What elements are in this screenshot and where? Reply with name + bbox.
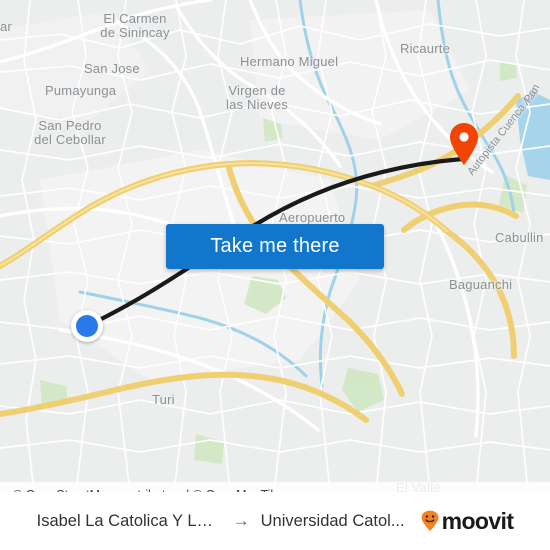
map-pin-icon	[450, 123, 478, 165]
origin-dot[interactable]	[71, 310, 103, 342]
destination-label[interactable]: Universidad Catol...	[261, 512, 405, 531]
moovit-logo-icon	[421, 510, 439, 531]
destination-pin[interactable]	[448, 122, 480, 166]
map-canvas[interactable]: ar El Carmen de Sinincay San Jose Pumayun…	[0, 0, 550, 492]
moovit-map-screen: ar El Carmen de Sinincay San Jose Pumayun…	[0, 0, 550, 550]
trip-endpoints-footer: Isabel La Catolica Y Lope De V... → Univ…	[0, 492, 550, 550]
origin-label[interactable]: Isabel La Catolica Y Lope De V...	[37, 512, 222, 531]
origin-dot-core	[76, 315, 98, 337]
moovit-brand[interactable]: moovit	[419, 507, 514, 534]
moovit-wordmark: moovit	[441, 507, 514, 534]
arrow-right-icon: →	[232, 511, 250, 530]
take-me-there-label: Take me there	[210, 235, 340, 257]
take-me-there-button[interactable]: Take me there	[166, 224, 384, 269]
map-attribution-bar: © OpenStreetMap contributors | © OpenMap…	[0, 482, 550, 492]
